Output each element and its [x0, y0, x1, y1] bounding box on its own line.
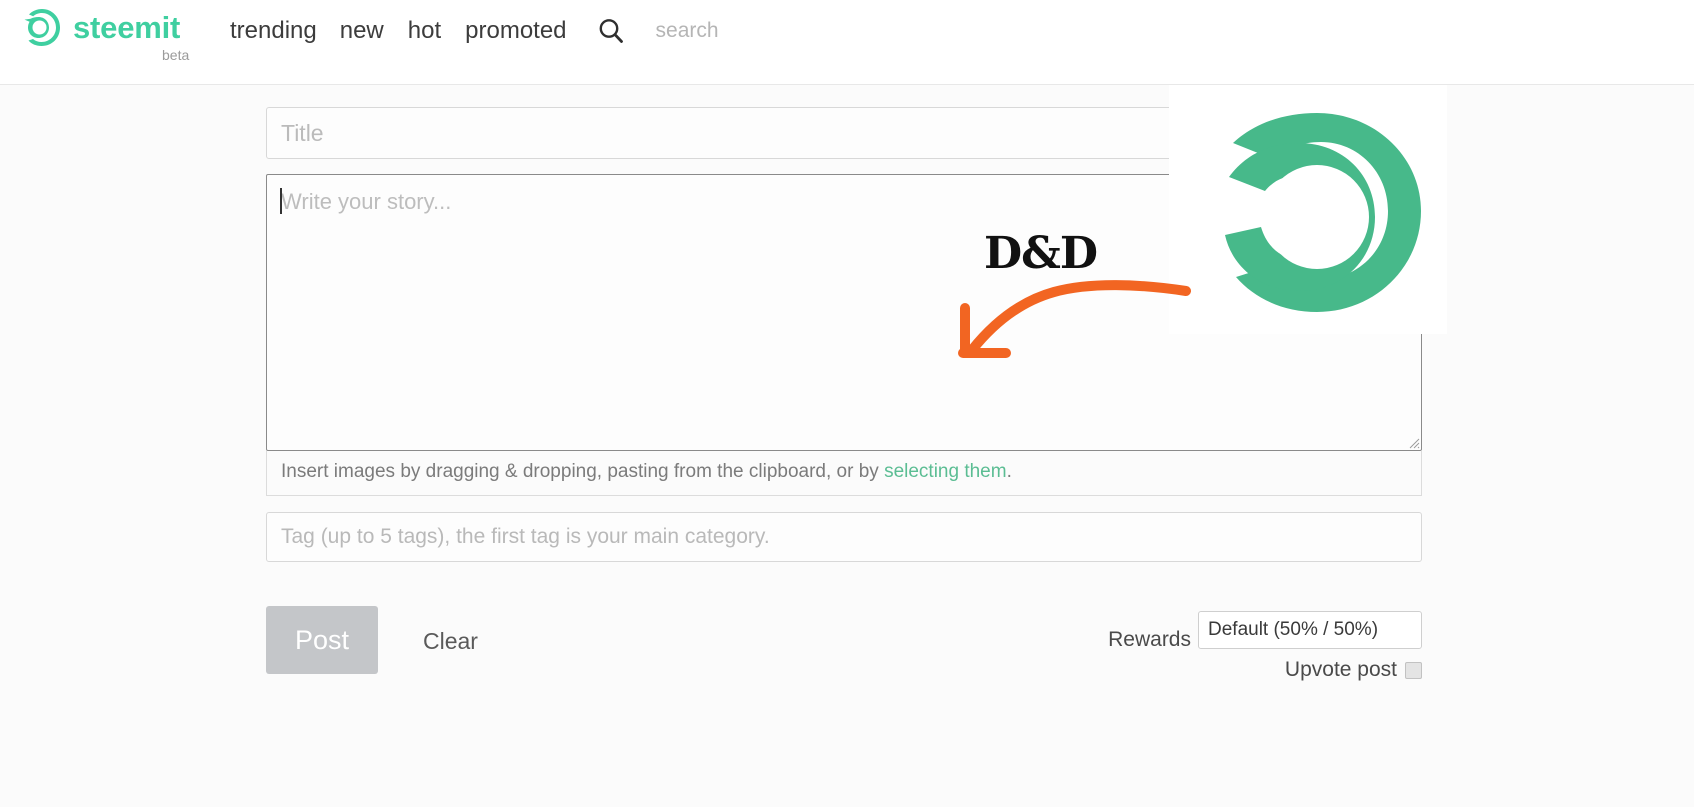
- brand-name: steemit: [73, 9, 181, 45]
- nav-item-trending[interactable]: trending: [230, 14, 340, 48]
- select-images-link[interactable]: selecting them: [884, 461, 1007, 482]
- beta-badge: beta: [162, 47, 190, 63]
- image-help-prefix: Insert images by dragging & dropping, pa…: [281, 461, 885, 482]
- steemit-watermark-overlay: [1169, 85, 1447, 334]
- main-nav: trending new hot promoted: [230, 14, 936, 48]
- search-input[interactable]: [655, 16, 936, 46]
- image-help-text: Insert images by dragging & dropping, pa…: [266, 451, 1422, 496]
- steemit-logo-icon: [20, 6, 64, 50]
- clear-button[interactable]: Clear: [423, 628, 478, 655]
- upvote-post-checkbox[interactable]: [1405, 661, 1422, 679]
- steemit-logo-icon: [1225, 113, 1421, 312]
- post-button[interactable]: Post: [266, 606, 378, 674]
- upvote-post-label: Upvote post: [1284, 658, 1397, 681]
- image-help-suffix: .: [1006, 461, 1012, 482]
- brand-logo-link[interactable]: steemit: [20, 6, 180, 50]
- post-tags-input[interactable]: [266, 512, 1422, 562]
- upvote-post-row[interactable]: Upvote post: [1285, 658, 1422, 682]
- nav-item-new[interactable]: new: [340, 14, 408, 48]
- nav-item-hot[interactable]: hot: [408, 14, 465, 48]
- rewards-label: Rewards: [1108, 628, 1191, 651]
- search-icon[interactable]: [596, 16, 626, 46]
- text-caret: [280, 188, 282, 214]
- editor-footer: Post Clear Rewards Default (50% / 50%) U…: [266, 606, 1422, 706]
- rewards-select[interactable]: Default (50% / 50%): [1198, 611, 1422, 649]
- nav-item-promoted[interactable]: promoted: [465, 14, 590, 48]
- site-header: steemit beta trending new hot promoted: [0, 0, 1694, 85]
